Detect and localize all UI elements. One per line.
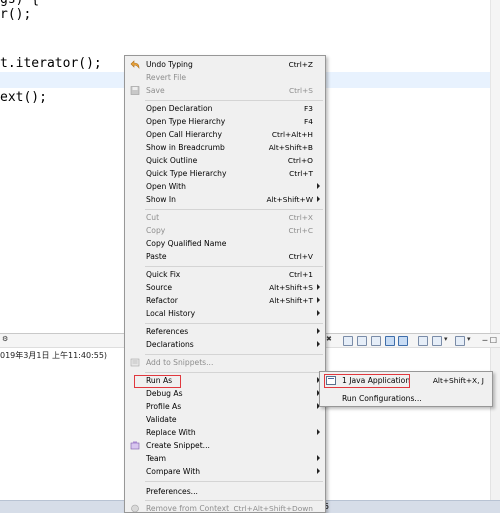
chevron-down-icon[interactable]: ▾ [444, 335, 448, 343]
menu-item-source[interactable]: Source Alt+Shift+S [126, 281, 325, 294]
submenu-item-run-configurations[interactable]: Run Configurations... [322, 391, 490, 406]
menu-item-compare-with[interactable]: Compare With [126, 465, 325, 478]
menu-item-declarations[interactable]: Declarations [126, 338, 325, 351]
pin-console-icon[interactable] [418, 336, 428, 346]
remove-launch-icon[interactable]: ✖ [326, 335, 332, 343]
menu-item-show-in[interactable]: Show In Alt+Shift+W [126, 193, 325, 206]
menu-item-profile-as[interactable]: Profile As [126, 400, 325, 413]
submenu-arrow-icon [317, 297, 320, 303]
submenu-arrow-icon [317, 284, 320, 290]
menu-item-validate[interactable]: Validate [126, 413, 325, 426]
show-on-error-icon[interactable] [398, 336, 408, 346]
submenu-arrow-icon [317, 196, 320, 202]
code-line: ext(); [0, 90, 47, 105]
scroll-lock-icon[interactable] [357, 336, 367, 346]
create-snippet-icon [130, 441, 140, 450]
menu-separator [145, 481, 323, 482]
minimize-maximize-icon[interactable]: ─ ☐ [482, 336, 497, 345]
menu-item-remove-from-context[interactable]: Remove from Context Ctrl+Alt+Shift+Down [126, 502, 325, 513]
menu-item-references[interactable]: References [126, 325, 325, 338]
submenu-arrow-icon [317, 468, 320, 474]
word-wrap-icon[interactable] [371, 336, 381, 346]
menu-item-quick-fix[interactable]: Quick Fix Ctrl+1 [126, 268, 325, 281]
open-console-icon[interactable] [455, 336, 465, 346]
editor-scrollbar[interactable] [490, 0, 500, 333]
submenu-arrow-icon [317, 328, 320, 334]
submenu-arrow-icon [317, 310, 320, 316]
menu-separator [145, 209, 323, 210]
view-icon[interactable]: ⚙ [2, 335, 8, 343]
save-icon [130, 86, 140, 95]
menu-item-team[interactable]: Team [126, 452, 325, 465]
menu-item-open-call-hierarchy[interactable]: Open Call Hierarchy Ctrl+Alt+H [126, 128, 325, 141]
submenu-arrow-icon [317, 455, 320, 461]
menu-item-open-with[interactable]: Open With [126, 180, 325, 193]
menu-item-cut[interactable]: Cut Ctrl+X [126, 211, 325, 224]
menu-separator [145, 266, 323, 267]
code-line: r(); [0, 7, 32, 22]
menu-item-debug-as[interactable]: Debug As [126, 387, 325, 400]
code-line: t.iterator(); [0, 56, 102, 71]
submenu-arrow-icon [317, 429, 320, 435]
menu-separator [145, 354, 323, 355]
menu-separator [145, 500, 323, 501]
menu-separator [145, 372, 323, 373]
undo-icon [130, 60, 140, 69]
menu-item-open-declaration[interactable]: Open Declaration F3 [126, 102, 325, 115]
menu-item-quick-outline[interactable]: Quick Outline Ctrl+O [126, 154, 325, 167]
display-console-icon[interactable] [432, 336, 442, 346]
clear-console-icon[interactable] [343, 336, 353, 346]
menu-item-add-to-snippets[interactable]: Add to Snippets... [126, 356, 325, 369]
menu-item-copy[interactable]: Copy Ctrl+C [126, 224, 325, 237]
menu-item-quick-type-hierarchy[interactable]: Quick Type Hierarchy Ctrl+T [126, 167, 325, 180]
submenu-arrow-icon [317, 183, 320, 189]
menu-item-copy-qualified-name[interactable]: Copy Qualified Name [126, 237, 325, 250]
menu-item-create-snippet[interactable]: Create Snippet... [126, 439, 325, 452]
menu-item-show-in-breadcrumb[interactable]: Show in Breadcrumb Alt+Shift+B [126, 141, 325, 154]
menu-item-preferences[interactable]: Preferences... [126, 485, 325, 498]
menu-item-replace-with[interactable]: Replace With [126, 426, 325, 439]
menu-separator [145, 100, 323, 101]
snippet-icon [130, 358, 140, 367]
menu-item-refactor[interactable]: Refactor Alt+Shift+T [126, 294, 325, 307]
java-application-annotation-box [324, 374, 410, 388]
menu-item-open-type-hierarchy[interactable]: Open Type Hierarchy F4 [126, 115, 325, 128]
console-description: 019年3月1日 上午11:40:55) [0, 351, 108, 360]
show-on-output-icon[interactable] [385, 336, 395, 346]
run-as-annotation-box [134, 375, 181, 388]
menu-separator [145, 323, 323, 324]
submenu-arrow-icon [317, 341, 320, 347]
menu-item-local-history[interactable]: Local History [126, 307, 325, 320]
menu-item-save[interactable]: Save Ctrl+S [126, 84, 325, 97]
context-menu: Undo Typing Ctrl+Z Revert File Save Ctrl… [124, 55, 326, 513]
menu-item-undo-typing[interactable]: Undo Typing Ctrl+Z [126, 58, 325, 71]
menu-item-paste[interactable]: Paste Ctrl+V [126, 250, 325, 263]
chevron-down-icon[interactable]: ▾ [467, 335, 471, 343]
remove-context-icon [130, 504, 140, 513]
menu-item-revert-file[interactable]: Revert File [126, 71, 325, 84]
